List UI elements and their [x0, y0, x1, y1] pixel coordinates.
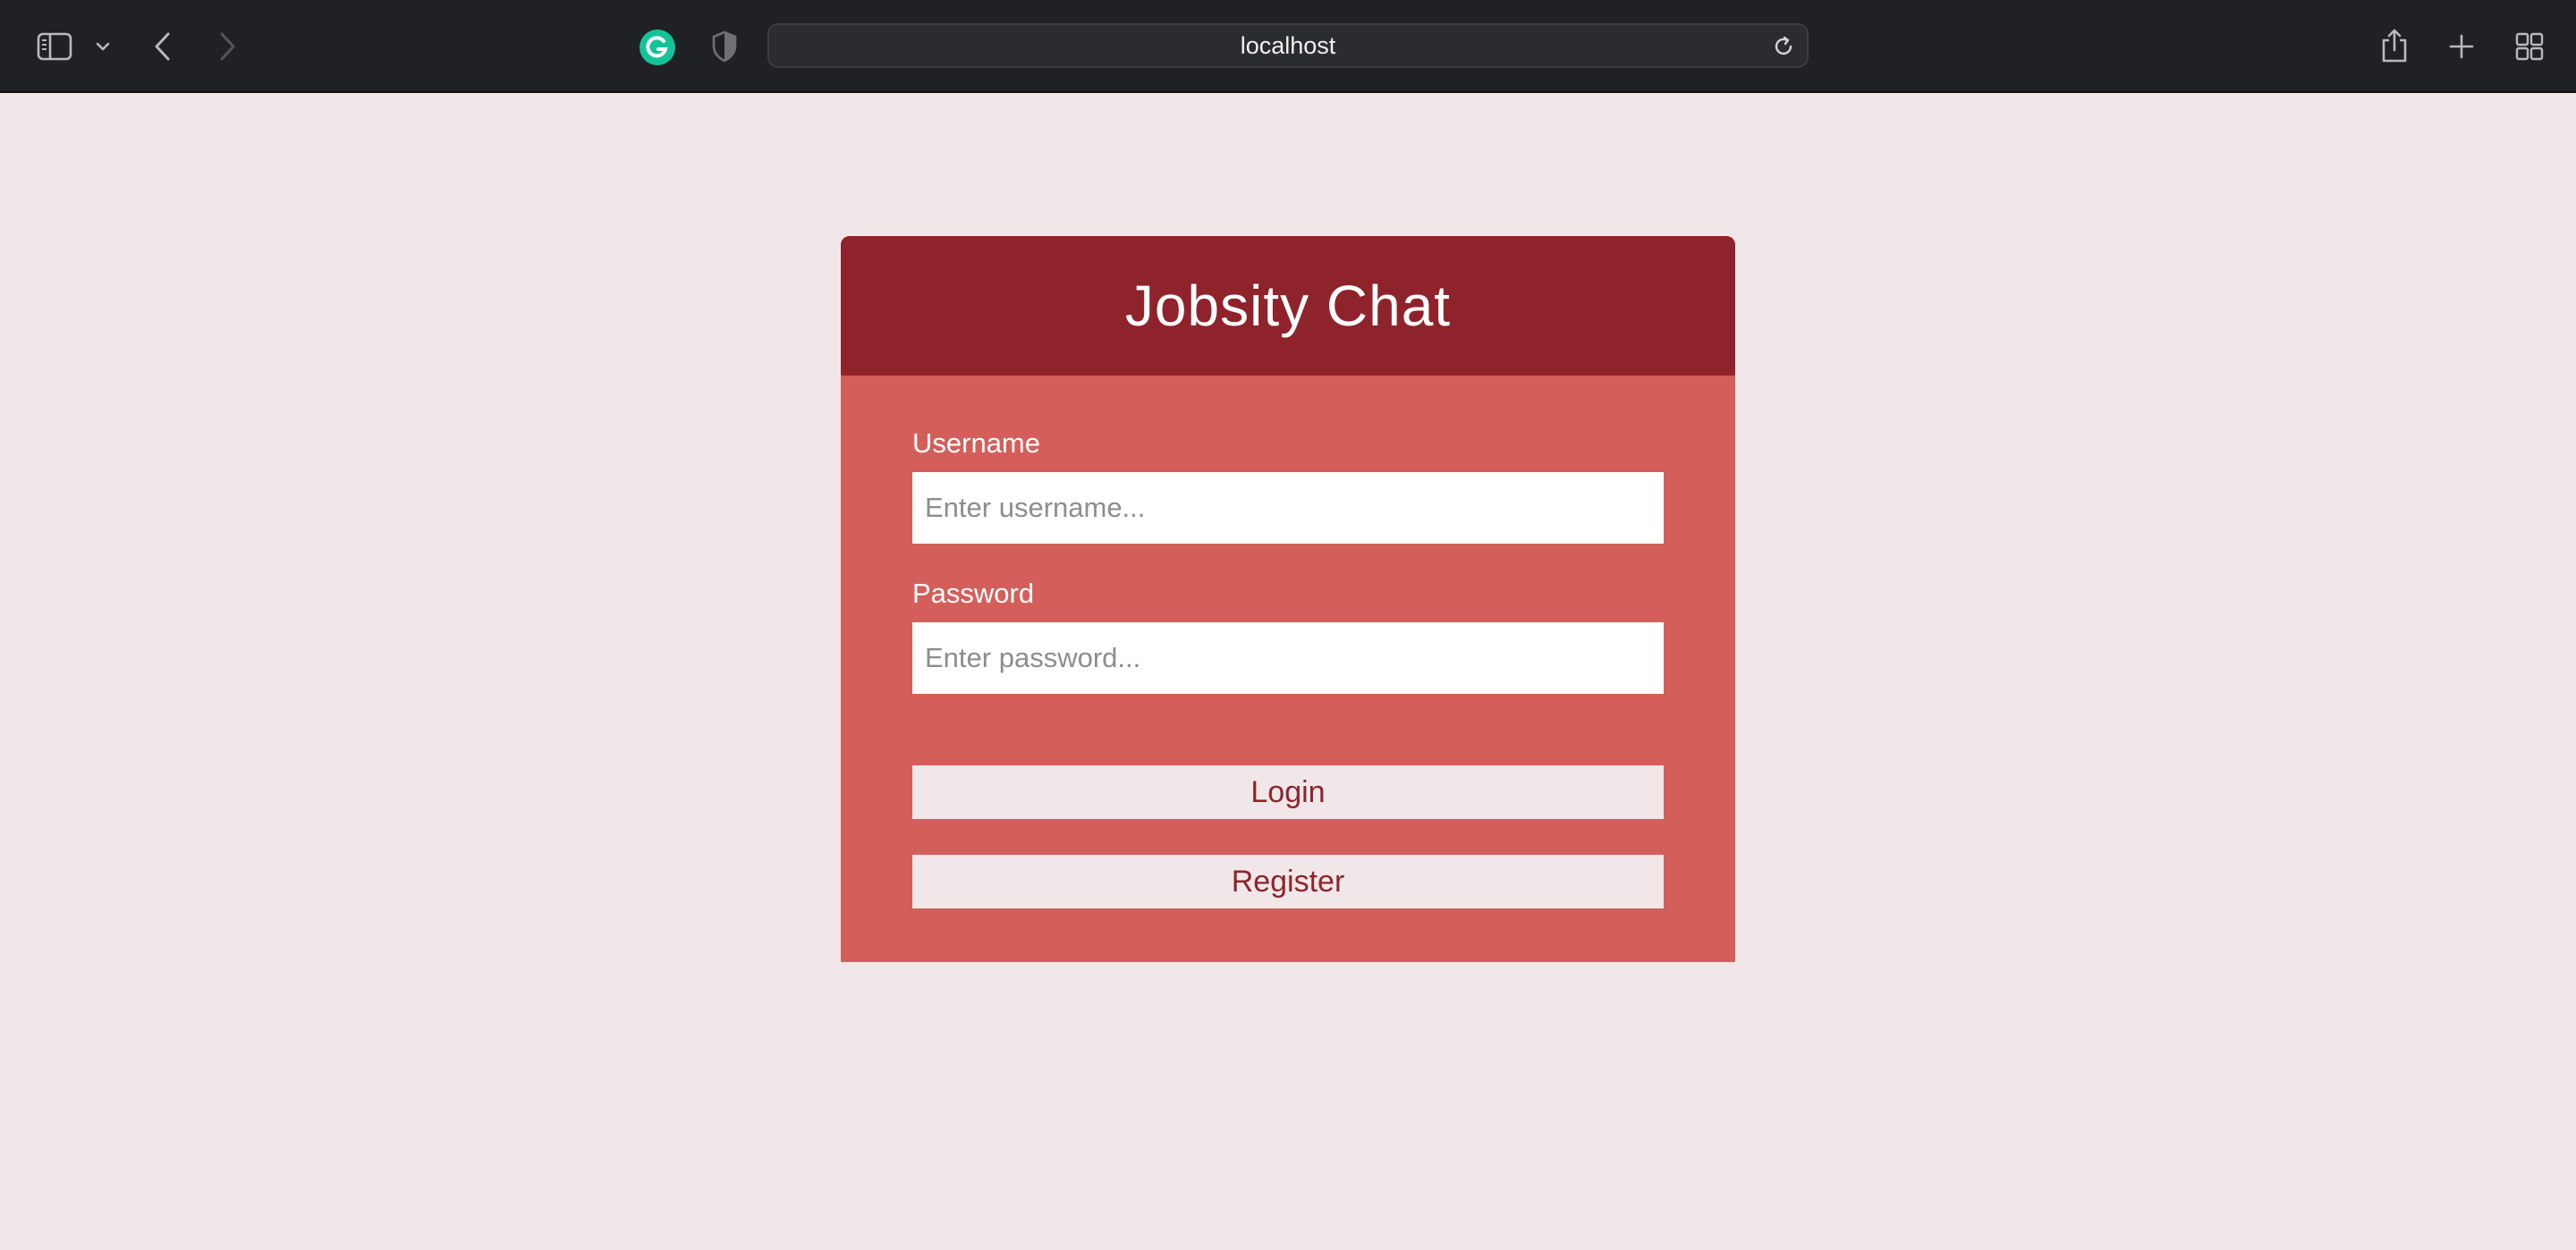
password-input[interactable] [912, 622, 1664, 694]
grid-icon[interactable] [2510, 27, 2549, 66]
browser-toolbar: localhost [0, 0, 2576, 93]
plus-icon[interactable] [2444, 27, 2479, 66]
chevron-down-icon[interactable] [89, 34, 116, 59]
username-label: Username [912, 427, 1040, 459]
shield-icon[interactable] [707, 27, 742, 66]
share-icon[interactable] [2376, 25, 2413, 66]
reload-icon[interactable] [1769, 32, 1798, 61]
register-button[interactable]: Register [912, 855, 1664, 908]
login-card: Jobsity Chat Username Password Login Reg… [841, 236, 1735, 962]
page-title: Jobsity Chat [1124, 274, 1452, 338]
address-text: localhost [1240, 31, 1336, 59]
sidebar-icon[interactable] [34, 27, 75, 66]
login-card-header: Jobsity Chat [841, 236, 1735, 376]
password-label: Password [912, 578, 1035, 609]
forward-arrow-icon[interactable] [209, 27, 245, 66]
grammarly-icon[interactable] [637, 27, 678, 68]
back-arrow-icon[interactable] [145, 27, 181, 66]
address-bar[interactable]: localhost [767, 23, 1809, 68]
login-button[interactable]: Login [912, 765, 1664, 819]
username-input[interactable] [912, 472, 1664, 544]
